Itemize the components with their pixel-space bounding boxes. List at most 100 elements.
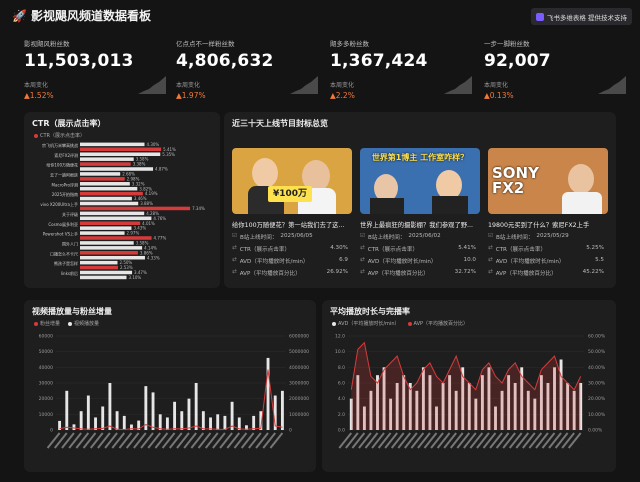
date-value: 2025/06/05 bbox=[280, 233, 313, 239]
sparkline-icon bbox=[138, 76, 166, 94]
x-tick-label bbox=[358, 432, 372, 449]
ctr-bar bbox=[80, 231, 125, 235]
avp-area bbox=[351, 342, 581, 430]
ctr-category-label: MacroPro评测 bbox=[52, 181, 78, 187]
avp-value: 45.22% bbox=[582, 269, 604, 275]
kpi-label: 一步一脚粉丝数 bbox=[484, 40, 530, 48]
x-tick-label bbox=[548, 432, 562, 449]
thumb-text: ¥100万 bbox=[268, 186, 312, 202]
video-title[interactable]: 给你100万随便花？第一站我们去了这... bbox=[232, 220, 352, 229]
x-tick-label bbox=[482, 432, 497, 449]
ctr-bar bbox=[80, 201, 139, 206]
video-avp-row: ⇄ AVP（平均播放百分比） 32.72% bbox=[360, 269, 480, 277]
ctr-category-label: 去了一趟阿根廷 bbox=[50, 172, 78, 178]
x-tick-label bbox=[410, 432, 425, 449]
avd-value: 5.5 bbox=[595, 257, 604, 263]
ctr-bar bbox=[80, 270, 133, 275]
avd-label: AVD（平均播放时长/min） bbox=[367, 259, 437, 265]
views-title: 视频播放量与粉丝增量 bbox=[32, 307, 112, 316]
views-bar bbox=[144, 386, 148, 430]
video-card[interactable]: 世界第1博主 工作室咋样？ 世界上最疯狂的摄影棚？我们参观了野... ☑ B站上线… bbox=[360, 148, 480, 286]
views-bar bbox=[115, 411, 119, 430]
kpi-card: 一步一脚粉丝数 92,007 本周变化 ▲0.13% bbox=[484, 38, 634, 100]
x-tick-label bbox=[384, 432, 398, 449]
video-title[interactable]: 世界上最疯狂的摄影棚？我们参观了野... bbox=[360, 220, 480, 229]
ctr-bar bbox=[80, 236, 152, 240]
ctr-category-label: 宗飞机万米攀高挑战 bbox=[42, 142, 78, 148]
x-tick-label bbox=[417, 432, 431, 449]
ctr-bar bbox=[80, 206, 191, 211]
page-title: 🚀 影视飓风频道数据看板 bbox=[12, 7, 151, 24]
avd-label: AVD（平均播放时长/min） bbox=[495, 259, 565, 265]
avp-label: AVP（平均播放百分比） bbox=[239, 271, 301, 277]
kpi-value: 1,367,424 bbox=[330, 51, 428, 71]
y-tick-label: 10000 bbox=[39, 412, 53, 418]
x-tick-label bbox=[390, 432, 405, 449]
y2-tick-label: 4000000 bbox=[289, 365, 309, 371]
kpi-card: 影视飓风粉丝数 11,503,013 本周变化 ▲1.52% bbox=[24, 38, 174, 100]
ctr-bar bbox=[80, 221, 141, 225]
sparkline-icon bbox=[290, 76, 318, 94]
metric-icon: ⇄ bbox=[360, 269, 365, 275]
x-tick-label bbox=[449, 432, 464, 449]
kpi-card: 飓多多粉丝数 1,367,424 本周变化 ▲2.2% bbox=[330, 38, 480, 100]
metric-icon: ⇄ bbox=[360, 257, 365, 263]
y2-tick-label: 50.00% bbox=[588, 349, 606, 355]
video-date-row: ☑ B站上线时间： 2025/05/29 bbox=[488, 233, 608, 241]
ctr-category-label: 索尼FX2评测 bbox=[54, 152, 78, 158]
video-card[interactable]: SONY FX2 19800元买到了什么？索尼FX2上手 ☑ B站上线时间： 202… bbox=[488, 148, 608, 286]
x-tick-label bbox=[567, 432, 582, 449]
video-thumbnail[interactable]: ¥100万 bbox=[232, 148, 352, 214]
ctr-bar bbox=[80, 142, 145, 147]
x-tick-label bbox=[345, 432, 359, 449]
ctr-label: CTR（展示点击率） bbox=[239, 247, 291, 253]
y2-tick-label: 2000000 bbox=[289, 396, 309, 402]
kpi-value: 4,806,632 bbox=[176, 51, 274, 71]
kpi-value: 11,503,013 bbox=[24, 51, 134, 71]
video-thumbnail[interactable]: 世界第1博主 工作室咋样？ bbox=[360, 148, 480, 214]
kpi-label: 飓多多粉丝数 bbox=[330, 40, 369, 48]
x-tick-label bbox=[463, 432, 477, 449]
ctr-value-label: 4.87% bbox=[155, 167, 168, 172]
ctr-bar bbox=[80, 152, 161, 156]
video-card[interactable]: ¥100万 给你100万随便花？第一站我们去了这... ☑ B站上线时间： 2025… bbox=[232, 148, 352, 286]
views-bar bbox=[280, 390, 284, 430]
ctr-bar bbox=[80, 251, 138, 255]
calendar-icon: ☑ bbox=[360, 233, 366, 239]
y2-tick-label: 1000000 bbox=[289, 412, 309, 418]
date-label: B站上线时间： bbox=[496, 235, 534, 241]
ctr-bar bbox=[80, 157, 134, 161]
x-tick-label bbox=[476, 432, 490, 449]
y2-tick-label: 3000000 bbox=[289, 381, 309, 387]
feishu-badge-text: 飞书多维表格 提供技术支持 bbox=[546, 13, 627, 22]
avp-value: 32.72% bbox=[454, 269, 476, 275]
video-title[interactable]: 19800元买到了什么？索尼FX2上手 bbox=[488, 220, 608, 229]
ctr-bar bbox=[80, 191, 143, 196]
metric-icon: ⇄ bbox=[488, 269, 493, 275]
ctr-value-label: 3.38% bbox=[133, 162, 146, 167]
ctr-label: CTR（展示点击率） bbox=[367, 247, 419, 253]
y-tick-label: 8.0 bbox=[338, 365, 345, 371]
y-tick-label: 30000 bbox=[39, 381, 53, 387]
video-ctr-row: ⇄ CTR（展示点击率） 4.30% bbox=[232, 245, 352, 253]
video-avd-row: ⇄ AVD（平均播放时长/min） 5.5 bbox=[488, 257, 608, 265]
x-tick-label bbox=[351, 432, 366, 449]
ctr-value-label: 4.77% bbox=[154, 236, 167, 241]
x-tick-label bbox=[508, 432, 523, 449]
video-thumbnail[interactable]: SONY FX2 bbox=[488, 148, 608, 214]
ctr-bar bbox=[80, 226, 132, 230]
kpi-label: 亿点点不一样粉丝数 bbox=[176, 40, 235, 48]
x-tick-label bbox=[456, 432, 471, 449]
ctr-bar bbox=[80, 196, 132, 201]
feishu-badge[interactable]: 飞书多维表格 提供技术支持 bbox=[530, 8, 632, 25]
y2-tick-label: 0.00% bbox=[588, 428, 603, 434]
ctr-value-label: 4.76% bbox=[153, 216, 166, 221]
video-date-row: ☑ B站上线时间： 2025/06/05 bbox=[232, 233, 352, 241]
views-bar bbox=[108, 383, 112, 430]
date-value: 2025/06/02 bbox=[408, 233, 441, 239]
x-tick-label bbox=[338, 432, 353, 449]
views-panel: 视频播放量与粉丝增量 粉丝增量 视频播放量 0 0 10000 1000000 2000… bbox=[24, 300, 316, 472]
header: 🚀 影视飓风频道数据看板 飞书多维表格 提供技术支持 bbox=[0, 0, 640, 32]
views-bar bbox=[180, 411, 184, 430]
x-tick-label bbox=[535, 432, 549, 449]
